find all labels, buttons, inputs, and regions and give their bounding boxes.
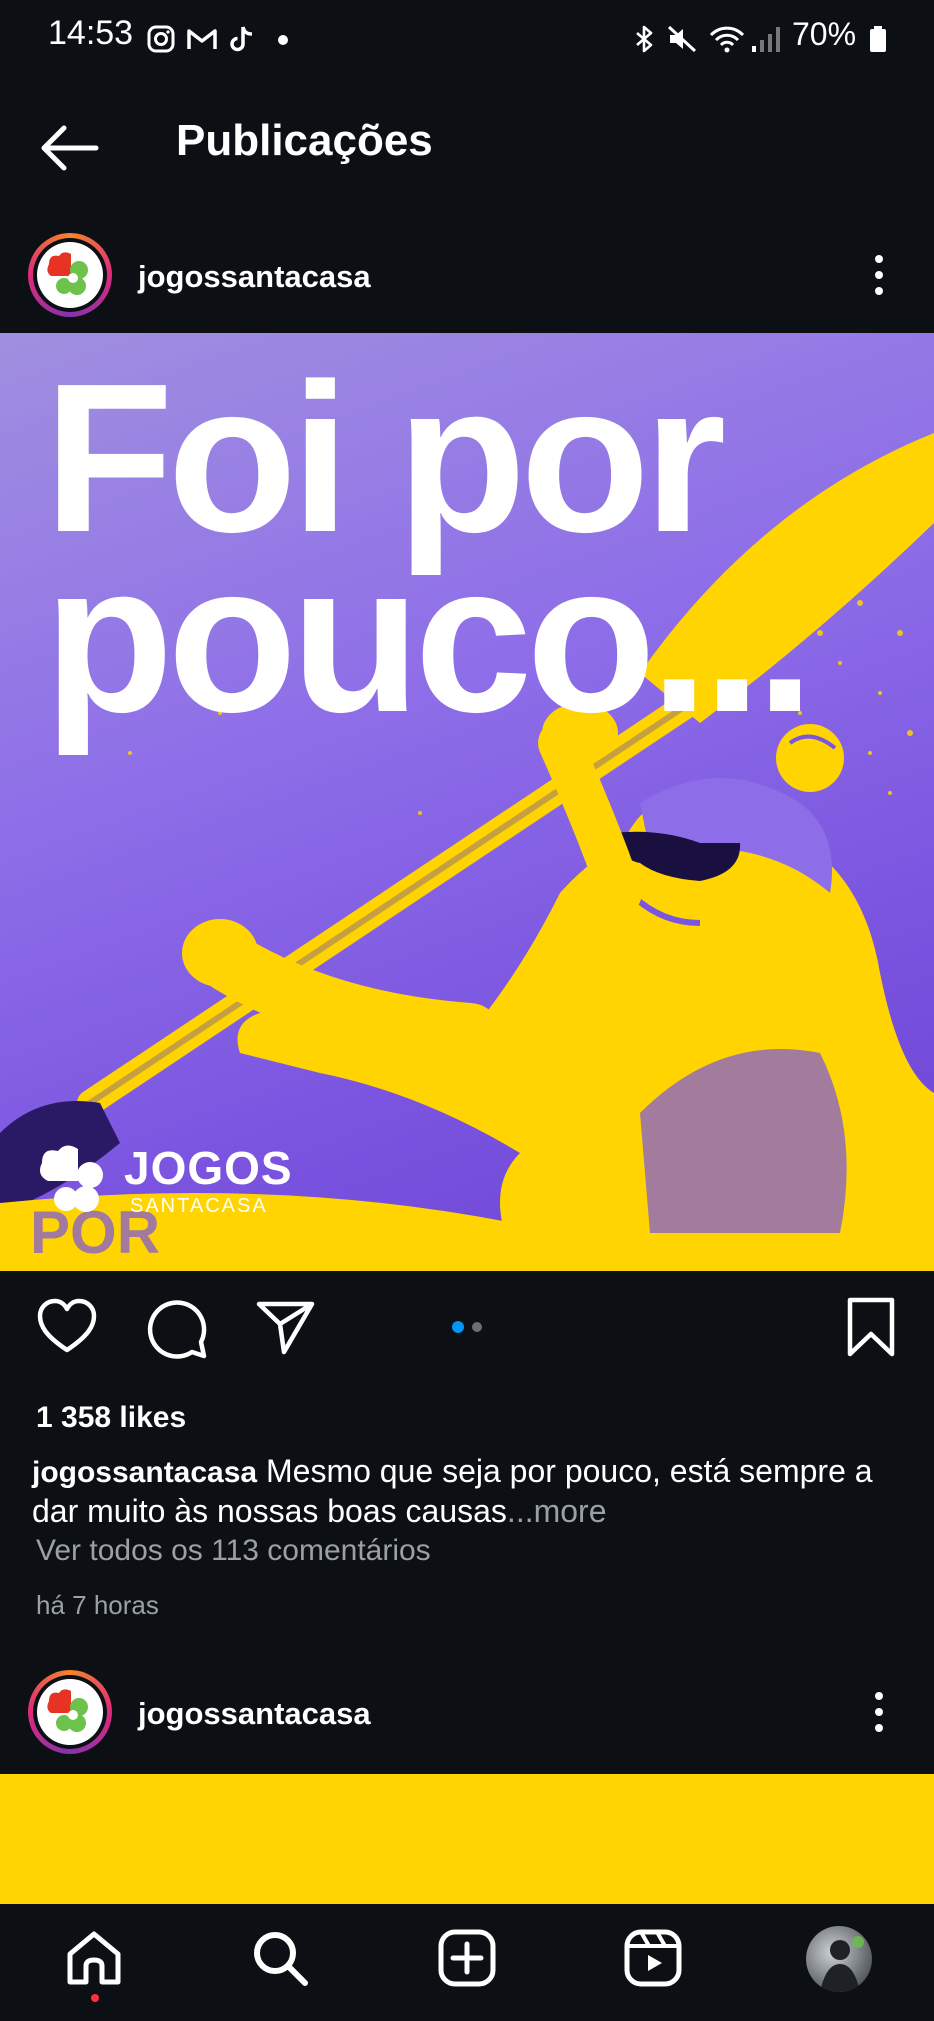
headline-line-2: pouco... [44, 519, 815, 757]
more-options-icon[interactable] [864, 1682, 894, 1742]
gmail-icon [187, 29, 217, 49]
jogos-logo-text: JOGOS [124, 1142, 293, 1194]
tiktok-icon [230, 26, 253, 52]
save-bookmark-icon[interactable] [840, 1296, 902, 1358]
search-icon[interactable] [248, 1926, 312, 1990]
caption-more-link[interactable]: ...more [507, 1493, 607, 1529]
bottom-navigation [0, 1904, 934, 2021]
profile-avatar[interactable] [806, 1926, 872, 1992]
likes-count[interactable]: 1 358 likes [36, 1401, 186, 1435]
next-post-username[interactable]: jogossantacasa [138, 1696, 371, 1732]
carousel-dot-active [452, 1321, 464, 1333]
next-post-author-avatar[interactable] [28, 1670, 112, 1754]
next-post-image[interactable] [0, 1774, 934, 1904]
santacasa-logo-text: SANTACASA [130, 1195, 268, 1217]
battery-percentage: 70% [792, 16, 857, 52]
post-username[interactable]: jogossantacasa [138, 259, 371, 295]
jogos-santa-casa-logo-icon [47, 1689, 88, 1732]
wifi-icon [709, 26, 745, 53]
view-comments-link[interactable]: Ver todos os 113 comentários [36, 1534, 431, 1568]
comment-bubble-icon[interactable] [146, 1298, 208, 1360]
carousel-dot [472, 1322, 482, 1332]
instagram-icon [147, 25, 175, 53]
profile-photo-icon [820, 1936, 864, 1992]
create-post-icon[interactable] [435, 1926, 499, 1990]
post-author-avatar[interactable] [28, 233, 112, 317]
back-arrow-icon[interactable] [36, 118, 106, 178]
post-headline: Foi por pouco... [44, 351, 815, 757]
status-bar: 14:53 70% [0, 0, 934, 80]
reels-icon[interactable] [621, 1926, 685, 1990]
page-title: Publicações [176, 116, 433, 165]
battery-icon [870, 26, 886, 52]
signal-icon [752, 27, 780, 52]
home-notification-dot [91, 1994, 99, 2002]
bluetooth-icon [636, 25, 653, 53]
status-time: 14:53 [48, 14, 134, 52]
post-caption[interactable]: jogossantacasa Mesmo que seja por pouco,… [32, 1452, 902, 1530]
caption-username[interactable]: jogossantacasa [32, 1456, 257, 1489]
dot-icon [278, 35, 288, 45]
jogos-santa-casa-logo-icon [47, 252, 88, 295]
more-options-icon[interactable] [864, 245, 894, 305]
share-paper-plane-icon[interactable] [254, 1296, 316, 1358]
carousel-indicator [452, 1321, 492, 1333]
post-timestamp: há 7 horas [36, 1590, 159, 1620]
home-icon[interactable] [62, 1926, 126, 1990]
post-image[interactable]: POR Foi por pouco... JOGOS SANTACASA [0, 333, 934, 1271]
jogos-logo-mark-icon [40, 1145, 103, 1212]
like-heart-icon[interactable] [36, 1296, 98, 1358]
mute-icon [667, 25, 697, 53]
